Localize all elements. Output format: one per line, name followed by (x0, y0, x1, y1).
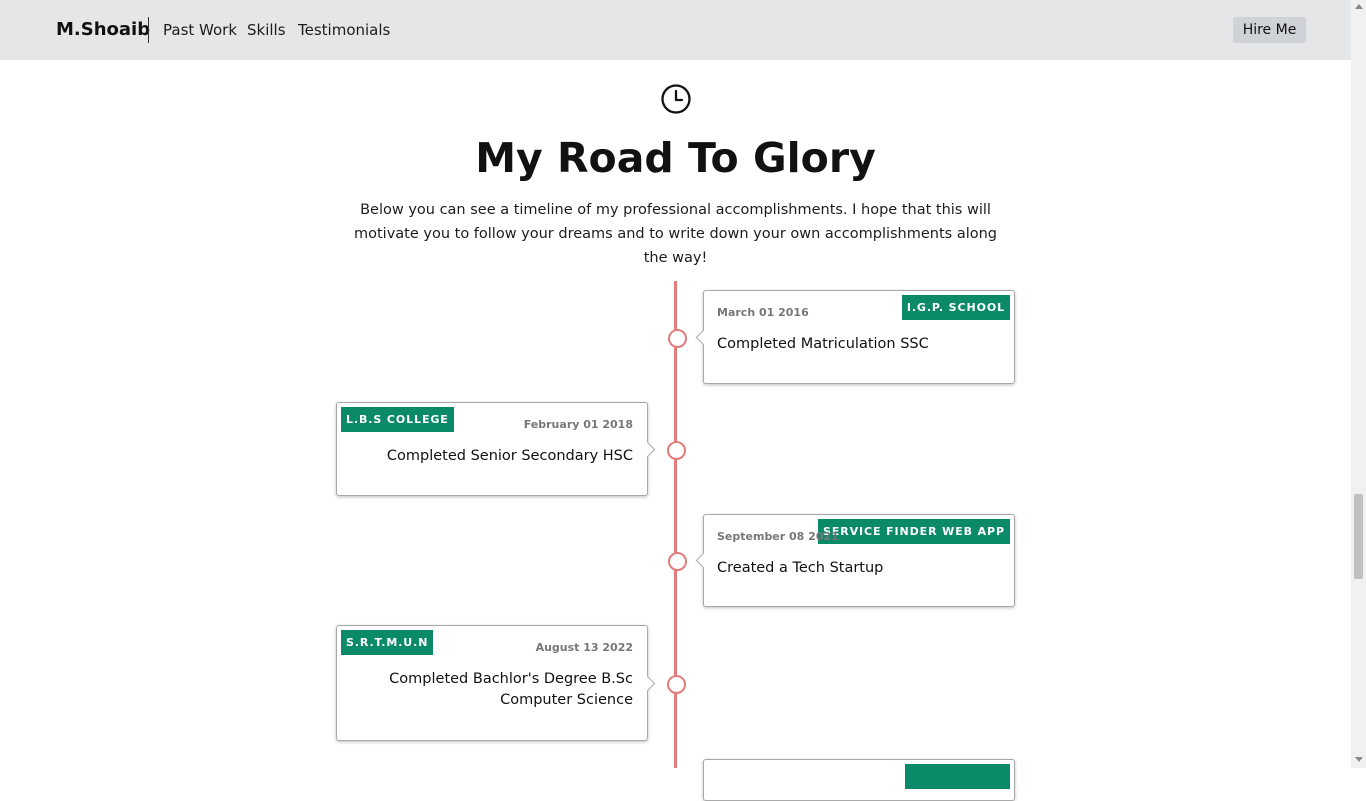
card-pointer (695, 552, 712, 569)
card-description: Completed Matriculation SSC (717, 336, 929, 352)
timeline-dot (668, 329, 687, 348)
page-scrollbar[interactable] (1351, 0, 1366, 768)
timeline-dot (668, 552, 687, 571)
scrollbar-thumb[interactable] (1354, 494, 1363, 579)
timeline-card: S.R.T.M.U.N August 13 2022 Completed Bac… (336, 625, 656, 741)
card-date: August 13 2022 (535, 641, 633, 654)
nav-link-skills[interactable]: Skills (247, 21, 286, 39)
card-tag-badge: S.R.T.M.U.N (341, 630, 434, 655)
card-date: March 01 2016 (717, 306, 809, 319)
card-tag-badge: L.B.S COLLEGE (341, 407, 454, 432)
page-title: My Road To Glory (475, 134, 876, 182)
timeline-dot (667, 441, 686, 460)
card-tag-badge: SERVICE FINDER WEB APP (818, 519, 1010, 544)
card-date: September 08 2021 (717, 530, 839, 543)
timeline-card-partial (703, 759, 1015, 801)
clock-icon (661, 84, 691, 114)
timeline-card: SERVICE FINDER WEB APP September 08 2021… (695, 514, 1015, 607)
nav-link-past-work[interactable]: Past Work (163, 21, 237, 39)
scroll-up-arrow-icon[interactable] (1355, 4, 1363, 9)
brand-logo[interactable]: M.Shoaib (56, 19, 150, 40)
card-tag-badge: I.G.P. SCHOOL (901, 295, 1010, 320)
card-pointer (639, 675, 656, 692)
hire-me-button[interactable]: Hire Me (1233, 17, 1306, 43)
scroll-down-arrow-icon[interactable] (1355, 757, 1363, 762)
nav-link-testimonials[interactable]: Testimonials (298, 21, 390, 39)
timeline-card: L.B.S COLLEGE February 01 2018 Completed… (336, 402, 656, 496)
navbar: M.Shoaib Past Work Skills Testimonials H… (0, 0, 1351, 60)
card-description: Completed Senior Secondary HSC (386, 448, 633, 464)
card-pointer (695, 329, 712, 346)
timeline-dot (667, 675, 686, 694)
card-description: Created a Tech Startup (717, 560, 884, 576)
intro-text: Below you can see a timeline of my profe… (353, 202, 998, 266)
nav-divider (148, 17, 149, 43)
card-date: February 01 2018 (523, 418, 633, 431)
timeline-card: I.G.P. SCHOOL March 01 2016 Completed Ma… (695, 290, 1015, 384)
card-pointer (639, 441, 656, 458)
timeline-line (674, 281, 677, 768)
card-description: Completed Bachlor's Degree B.Sc Computer… (389, 671, 633, 708)
